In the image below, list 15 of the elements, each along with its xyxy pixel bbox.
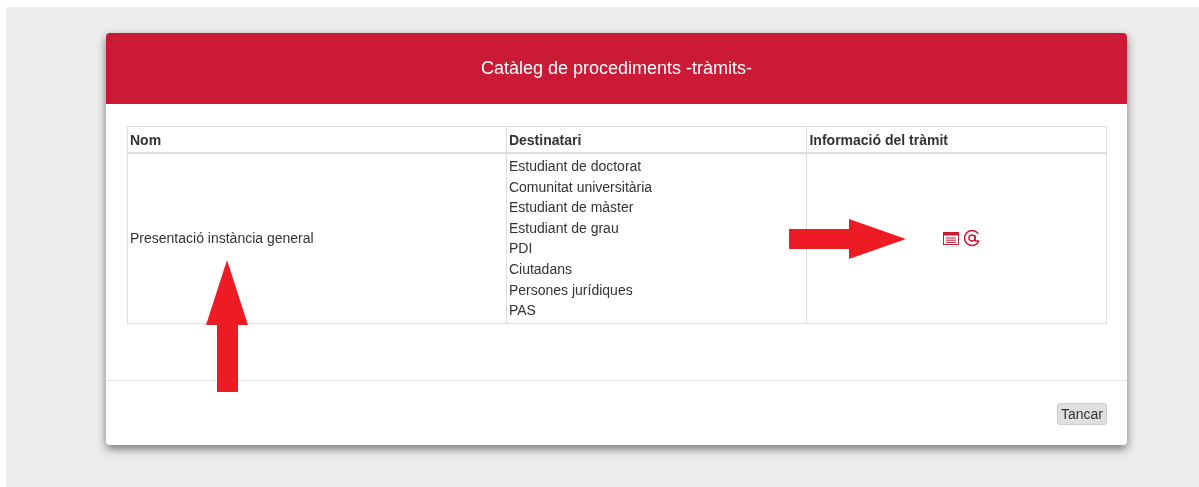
recipient-text: Persones jurídiques	[508, 280, 634, 300]
recipient-text: Estudiant de grau	[508, 218, 620, 238]
recipient-text: Estudiant de doctorat	[508, 157, 643, 176]
recipient-text: Comunitat universitària	[508, 177, 654, 197]
list-icon[interactable]	[942, 231, 959, 245]
column-header: Informació del tràmit	[807, 126, 1107, 153]
recipient-text: Estudiant de màster	[508, 198, 635, 218]
dialog-title: Catàleg de procediments -tràmits-	[480, 58, 753, 79]
recipient-text: PAS	[508, 301, 537, 321]
email-icon[interactable]	[962, 229, 981, 248]
close-button[interactable]: Tancar	[1056, 402, 1107, 425]
column-header: Nom	[127, 126, 507, 153]
column-header: Destinatari	[506, 126, 807, 153]
recipient-text: PDI	[508, 239, 534, 259]
recipient-text: Ciutadans	[508, 259, 573, 279]
